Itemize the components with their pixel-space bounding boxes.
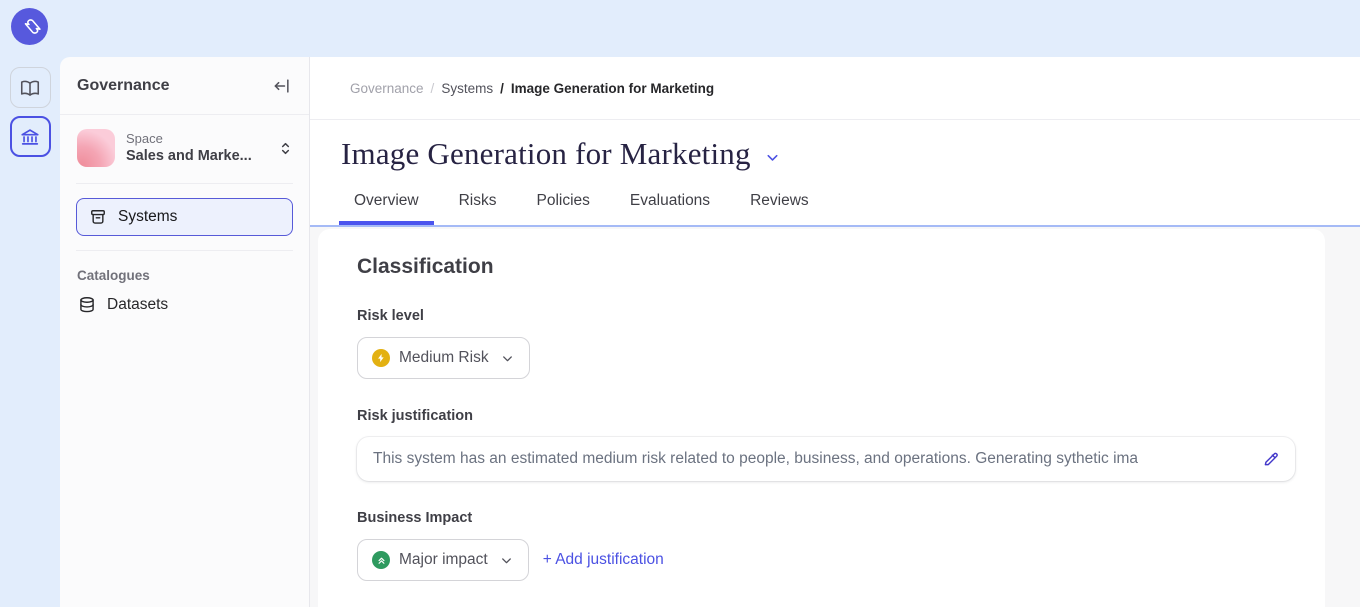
app-logo[interactable] <box>11 8 48 45</box>
space-name: Sales and Marke... <box>126 147 266 166</box>
risk-justification-label: Risk justification <box>357 408 1286 424</box>
sidebar-title: Governance <box>77 77 169 95</box>
tab-evaluations[interactable]: Evaluations <box>615 181 725 225</box>
content-area: Classification Risk level Medium Risk Ri… <box>310 227 1360 607</box>
add-justification-link[interactable]: + Add justification <box>543 551 664 569</box>
tab-overview[interactable]: Overview <box>339 181 434 225</box>
tab-risks[interactable]: Risks <box>444 181 512 225</box>
main-area: Governance / Systems / Image Generation … <box>310 57 1360 607</box>
risk-level-value: Medium Risk <box>399 349 489 367</box>
catalogue-item-label: Datasets <box>107 296 168 314</box>
top-bar <box>0 0 1360 57</box>
sidebar-header: Governance <box>60 57 309 115</box>
medium-risk-bolt-icon <box>372 349 390 367</box>
breadcrumb-separator: / <box>500 81 504 96</box>
divider <box>76 250 293 251</box>
risk-justification-field[interactable]: This system has an estimated medium risk… <box>357 437 1295 481</box>
classification-card: Classification Risk level Medium Risk Ri… <box>318 229 1325 607</box>
sidebar-collapse-button[interactable] <box>272 76 292 96</box>
sidebar: Governance Space Sales and Marke... <box>60 57 310 607</box>
title-dropdown-chevron-icon[interactable] <box>764 149 781 166</box>
governance-rail-button[interactable] <box>10 116 51 157</box>
business-impact-label: Business Impact <box>357 510 1286 526</box>
section-title: Classification <box>357 255 1286 279</box>
catalogues-section-label: Catalogues <box>77 268 292 283</box>
tab-policies[interactable]: Policies <box>522 181 605 225</box>
chevron-down-icon <box>500 351 515 366</box>
logo-squiggle-icon <box>18 15 41 38</box>
unfold-chevrons-icon <box>277 140 294 157</box>
page-title: Image Generation for Marketing <box>341 136 751 172</box>
space-selector[interactable]: Space Sales and Marke... <box>60 115 309 183</box>
risk-level-dropdown[interactable]: Medium Risk <box>357 337 530 379</box>
risk-level-label: Risk level <box>357 308 1286 324</box>
chevron-down-icon <box>499 553 514 568</box>
page-header: Image Generation for Marketing Overview … <box>310 120 1360 225</box>
space-text: Space Sales and Marke... <box>126 130 266 166</box>
business-impact-value: Major impact <box>399 551 488 569</box>
space-kicker: Space <box>126 130 266 147</box>
business-impact-row: Major impact + Add justification <box>357 539 1286 581</box>
breadcrumb-item-governance[interactable]: Governance <box>350 81 424 96</box>
tab-bar: Overview Risks Policies Evaluations Revi… <box>330 181 1360 225</box>
breadcrumb-separator: / <box>431 81 435 96</box>
book-open-icon <box>19 77 41 99</box>
bank-icon <box>19 126 41 148</box>
archive-box-icon <box>88 207 108 227</box>
sidebar-item-systems[interactable]: Systems <box>76 198 293 236</box>
docs-rail-button[interactable] <box>10 67 51 108</box>
tab-reviews[interactable]: Reviews <box>735 181 824 225</box>
divider <box>76 183 293 184</box>
breadcrumb: Governance / Systems / Image Generation … <box>310 57 1360 120</box>
icon-rail <box>0 57 60 607</box>
breadcrumb-item-systems[interactable]: Systems <box>441 81 493 96</box>
business-impact-dropdown[interactable]: Major impact <box>357 539 529 581</box>
breadcrumb-item-current: Image Generation for Marketing <box>511 81 714 96</box>
sidebar-item-datasets[interactable]: Datasets <box>77 295 292 315</box>
sidebar-item-label: Systems <box>118 208 177 226</box>
major-impact-chevrons-icon <box>372 551 390 569</box>
space-avatar <box>77 129 115 167</box>
collapse-panel-icon <box>272 76 292 96</box>
edit-pencil-icon[interactable] <box>1262 450 1280 468</box>
risk-justification-value: This system has an estimated medium risk… <box>373 450 1252 468</box>
database-icon <box>77 295 97 315</box>
